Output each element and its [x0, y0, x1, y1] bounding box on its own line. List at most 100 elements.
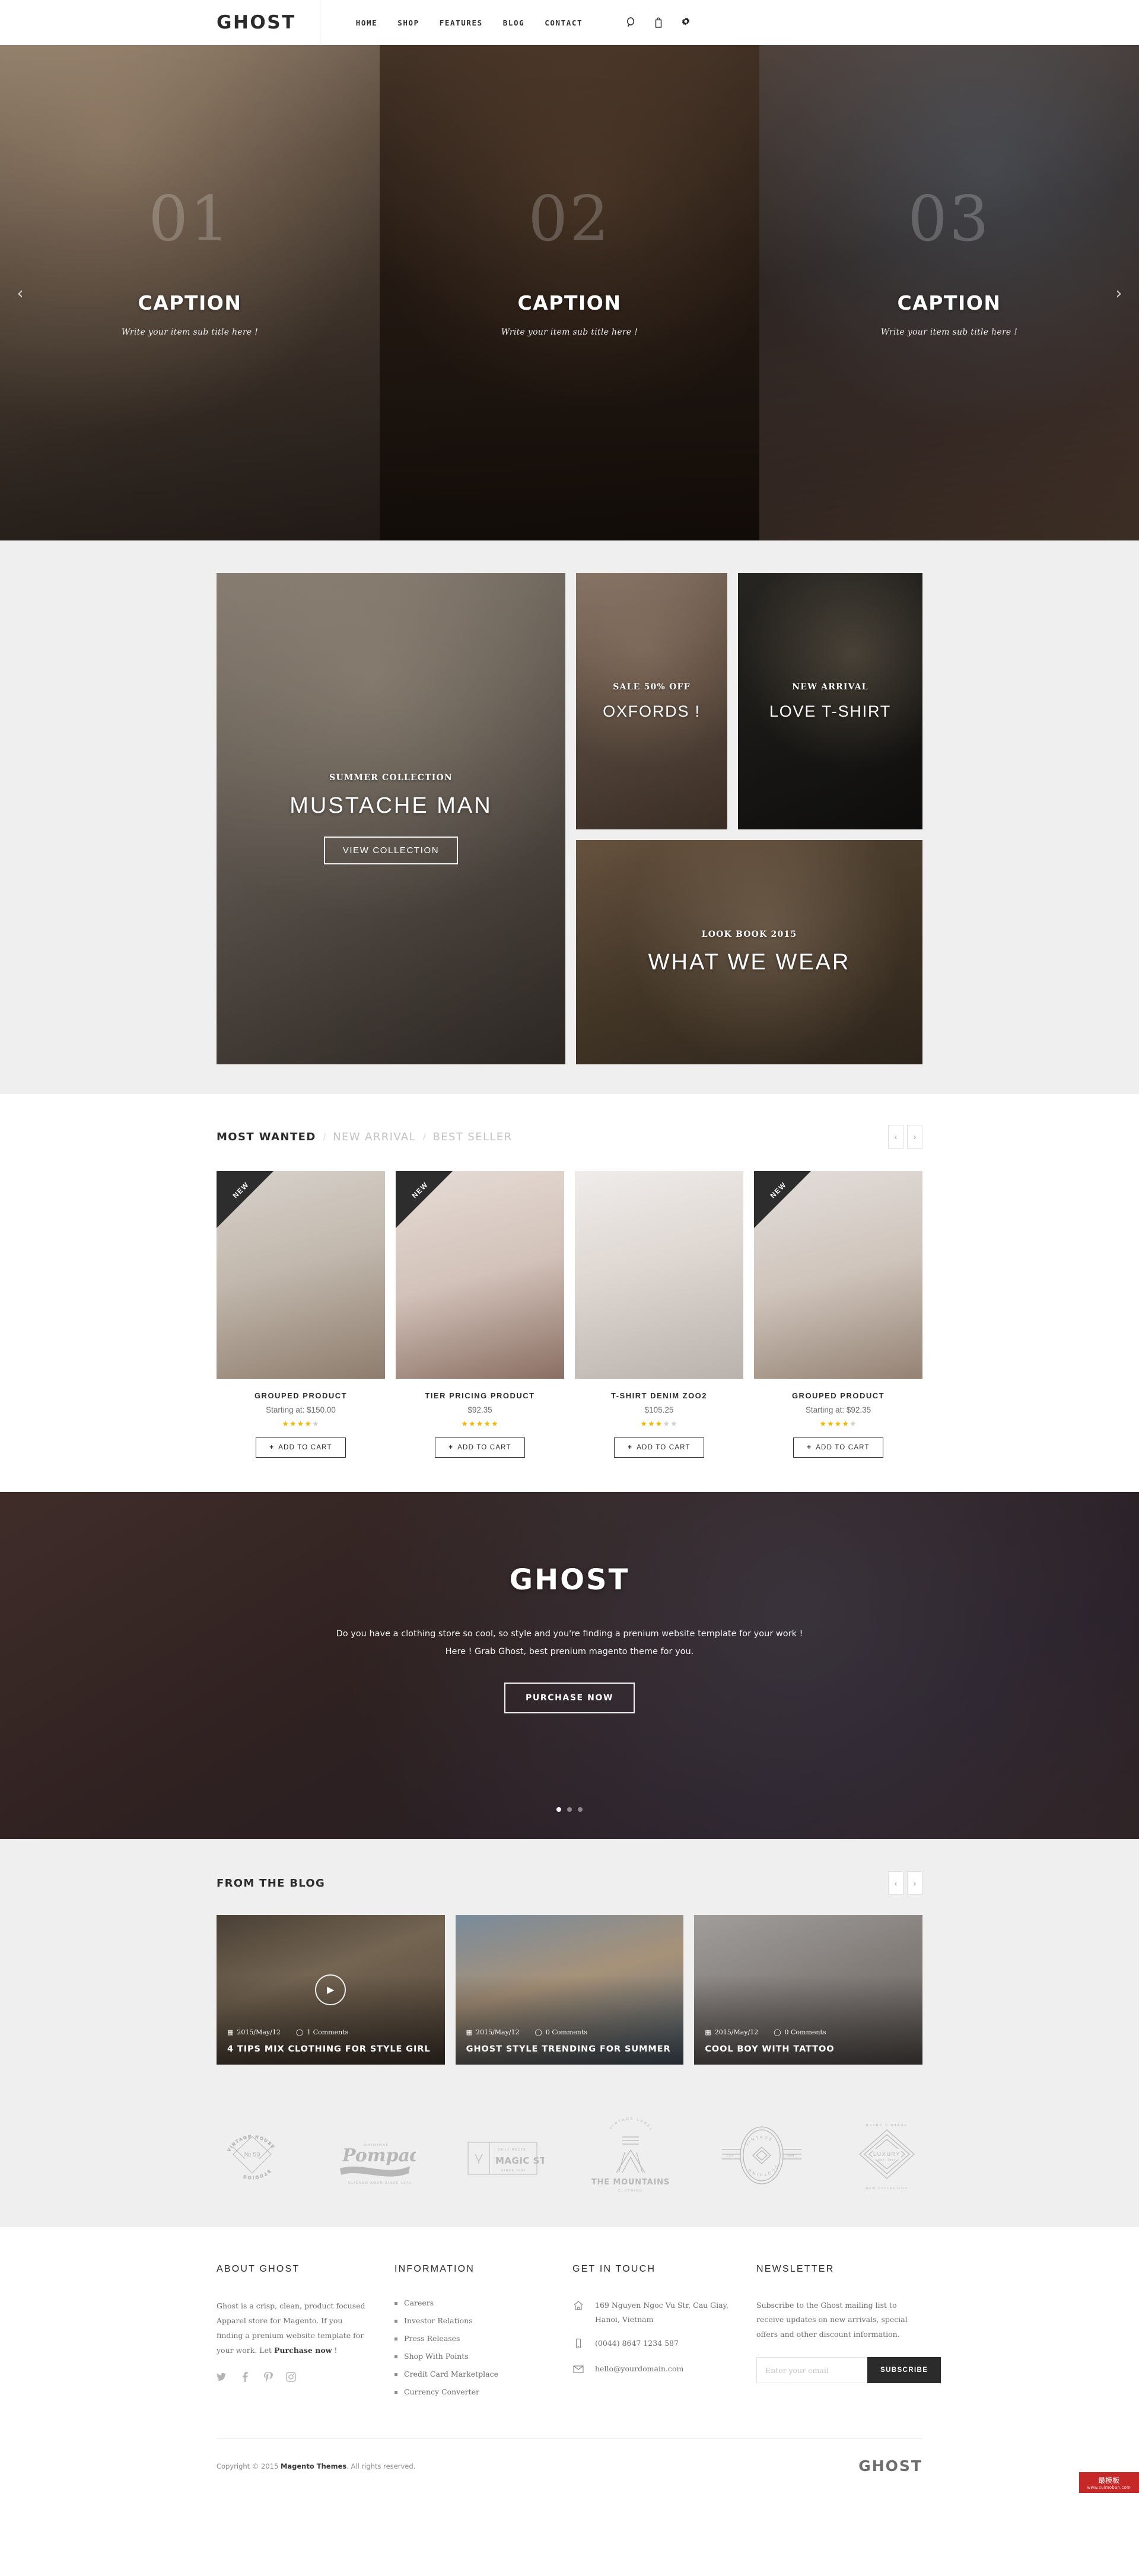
footer-link-shop-with-points[interactable]: Shop With Points [394, 2352, 549, 2361]
product-image[interactable]: NEW [754, 1171, 922, 1379]
banner-dot-2[interactable] [567, 1807, 572, 1812]
promo-title: LOVE T-SHIRT [769, 702, 892, 720]
newsletter-form: SUBSCRIBE [756, 2357, 941, 2384]
hero-slider[interactable]: ‹ 01 CAPTION Write your item sub title h… [0, 45, 1139, 540]
product-card[interactable]: T-SHIRT DENIM ZOO2 $105.25 ★★★★★ + ADD TO… [575, 1171, 743, 1458]
footer-newsletter-column: NEWSLETTER Subscribe to the Ghost mailin… [756, 2264, 941, 2405]
settings-icon[interactable] [680, 17, 692, 28]
play-icon[interactable]: ▶ [315, 1974, 346, 2005]
pompadour-logo[interactable]: ORIGINAL Pompadour CLIENDO AMOR SINCE 19… [333, 2119, 416, 2190]
products-carousel-controls: ‹ › [888, 1125, 922, 1149]
product-image[interactable]: NEW [396, 1171, 564, 1379]
instagram-icon[interactable] [286, 2372, 296, 2382]
tab-new-arrival[interactable]: NEW ARRIVAL [333, 1131, 416, 1143]
footer-link-careers[interactable]: Careers [394, 2298, 549, 2307]
luxury-retro-logo[interactable]: RETRO VINTAGE LUXURY EST. 1981 NEW COLLE… [851, 2116, 922, 2193]
blog-post-title[interactable]: 4 TIPS MIX CLOTHING FOR STYLE GIRL [227, 2044, 431, 2054]
site-logo[interactable]: GHOST [217, 0, 320, 45]
nav-item-features[interactable]: FEATURES [440, 18, 483, 27]
brand-logo-row: VINTAGE HOUSE STUDIOS № 50 ORIGINAL Pomp… [217, 2116, 922, 2193]
promo-tile-oxfords[interactable]: SALE 50% OFF OXFORDS ! [576, 573, 727, 829]
calendar-icon: ▦ [466, 2028, 473, 2036]
comment-icon: ◯ [774, 2028, 781, 2036]
vintage-house-studio-logo[interactable]: VINTAGE HOUSE STUDIOS № 50 [217, 2119, 288, 2190]
newsletter-subscribe-button[interactable]: SUBSCRIBE [867, 2357, 941, 2384]
footer-link-credit-card-marketplace[interactable]: Credit Card Marketplace [394, 2370, 549, 2378]
add-to-cart-button[interactable]: + ADD TO CART [256, 1438, 346, 1458]
magic-stone-logo[interactable]: DAILY ROUTE MAGIC STONE SINCE 1982 [461, 2119, 544, 2190]
purchase-now-button[interactable]: PURCHASE NOW [504, 1682, 635, 1713]
twitter-icon[interactable] [217, 2372, 227, 2382]
mail-icon [572, 2362, 586, 2378]
hero-next-arrow[interactable]: › [1107, 283, 1131, 303]
blog-post-title[interactable]: COOL BOY WITH TATTOO [705, 2044, 834, 2054]
comment-icon: ◯ [295, 2028, 304, 2036]
banner-dot-1[interactable] [556, 1807, 561, 1812]
star-icon: ★ [827, 1419, 835, 1428]
hero-prev-arrow[interactable]: ‹ [8, 283, 32, 303]
blog-carousel-controls: ‹ › [888, 1871, 922, 1895]
products-prev-button[interactable]: ‹ [888, 1125, 903, 1149]
promo-tile-mustache-man[interactable]: SUMMER COLLECTION MUSTACHE MAN VIEW COLL… [217, 573, 565, 1064]
hero-slide-2[interactable]: 02 CAPTION Write your item sub title her… [380, 45, 759, 540]
product-name[interactable]: GROUPED PRODUCT [754, 1391, 922, 1400]
the-mountains-logo[interactable]: VINTAGE LABEL THE MOUNTAINS CLOTHING [589, 2116, 672, 2193]
hero-caption-subtitle: Write your item sub title here ! [121, 327, 259, 337]
product-name[interactable]: T-SHIRT DENIM ZOO2 [575, 1391, 743, 1400]
footer-newsletter-text: Subscribe to the Ghost mailing list to r… [756, 2301, 908, 2339]
comment-icon: ◯ [534, 2028, 542, 2036]
copyright-brand[interactable]: Magento Themes [281, 2462, 346, 2470]
product-name[interactable]: GROUPED PRODUCT [217, 1391, 385, 1400]
newsletter-email-input[interactable] [756, 2357, 867, 2384]
svg-text:LUXURY: LUXURY [873, 2151, 901, 2157]
cart-icon[interactable] [653, 17, 664, 28]
product-card[interactable]: NEW GROUPED PRODUCT Starting at: $92.35 … [754, 1171, 922, 1458]
hero-slide-1[interactable]: 01 CAPTION Write your item sub title her… [0, 45, 380, 540]
tab-most-wanted[interactable]: MOST WANTED [217, 1131, 316, 1143]
facebook-icon[interactable] [240, 2372, 250, 2382]
tab-best-seller[interactable]: BEST SELLER [433, 1131, 513, 1143]
search-icon[interactable] [625, 17, 637, 28]
blog-post-title[interactable]: GHOST STYLE TRENDING FOR SUMMER [466, 2044, 671, 2054]
blog-post-comments: ◯ 0 Comments [535, 2028, 587, 2036]
nav-item-shop[interactable]: SHOP [397, 18, 419, 27]
product-card[interactable]: NEW GROUPED PRODUCT Starting at: $150.00… [217, 1171, 385, 1458]
products-next-button[interactable]: › [907, 1125, 922, 1149]
footer-about-link[interactable]: Purchase now [274, 2346, 332, 2355]
nav-item-home[interactable]: HOME [356, 18, 378, 27]
star-icon: ★ [311, 1419, 320, 1428]
svg-text:DAILY ROUTE: DAILY ROUTE [498, 2148, 526, 2152]
promo-tile-what-we-wear[interactable]: LOOK BOOK 2015 WHAT WE WEAR [576, 840, 922, 1064]
view-collection-button[interactable]: VIEW COLLECTION [323, 837, 459, 864]
footer-about-tail: ! [332, 2346, 338, 2355]
blog-post-card[interactable]: ▦ 2015/May/12 ◯ 0 Comments GHOST STYLE T… [455, 1915, 684, 2065]
product-name[interactable]: TIER PRICING PRODUCT [396, 1391, 564, 1400]
calendar-icon: ▦ [705, 2028, 711, 2036]
footer-link-press-releases[interactable]: Press Releases [394, 2334, 549, 2343]
blog-post-card[interactable]: ▶ ▦ 2015/May/12 ◯ 1 Comments 4 TIPS MIX … [217, 1915, 445, 2065]
blog-next-button[interactable]: › [907, 1871, 922, 1895]
add-to-cart-button[interactable]: + ADD TO CART [793, 1438, 883, 1458]
add-to-cart-button[interactable]: + ADD TO CART [614, 1438, 704, 1458]
vintage-clothing-logo[interactable]: VINTAGE CLOTHING EST. 1984 [717, 2119, 806, 2190]
star-icon: ★ [483, 1419, 491, 1428]
product-image[interactable]: NEW [217, 1171, 385, 1379]
footer-bottom-bar: Copyright © 2015 Magento Themes. All rig… [217, 2438, 922, 2493]
nav-item-blog[interactable]: BLOG [503, 18, 525, 27]
add-to-cart-button[interactable]: + ADD TO CART [435, 1438, 525, 1458]
blog-post-card[interactable]: ▦ 2015/May/12 ◯ 0 Comments COOL BOY WITH… [694, 1915, 923, 2065]
product-card[interactable]: NEW TIER PRICING PRODUCT $92.35 ★★★★★ + A… [396, 1171, 564, 1458]
footer-link-investor-relations[interactable]: Investor Relations [394, 2316, 549, 2325]
footer-phone[interactable]: (0044) 8647 1234 587 [595, 2336, 679, 2351]
banner-dot-3[interactable] [578, 1807, 583, 1812]
product-image[interactable] [575, 1171, 743, 1379]
blog-prev-button[interactable]: ‹ [888, 1871, 903, 1895]
add-to-cart-label: ADD TO CART [637, 1444, 691, 1451]
promo-tile-love-tshirt[interactable]: NEW ARRIVAL LOVE T-SHIRT [738, 573, 922, 829]
pinterest-icon[interactable] [263, 2372, 273, 2382]
footer-link-currency-converter[interactable]: Currency Converter [394, 2387, 549, 2396]
footer-email[interactable]: hello@yourdomain.com [595, 2362, 683, 2376]
banner-title: GHOST [509, 1563, 630, 1597]
hero-slide-3[interactable]: 03 CAPTION Write your item sub title her… [759, 45, 1139, 540]
nav-item-contact[interactable]: CONTACT [545, 18, 583, 27]
